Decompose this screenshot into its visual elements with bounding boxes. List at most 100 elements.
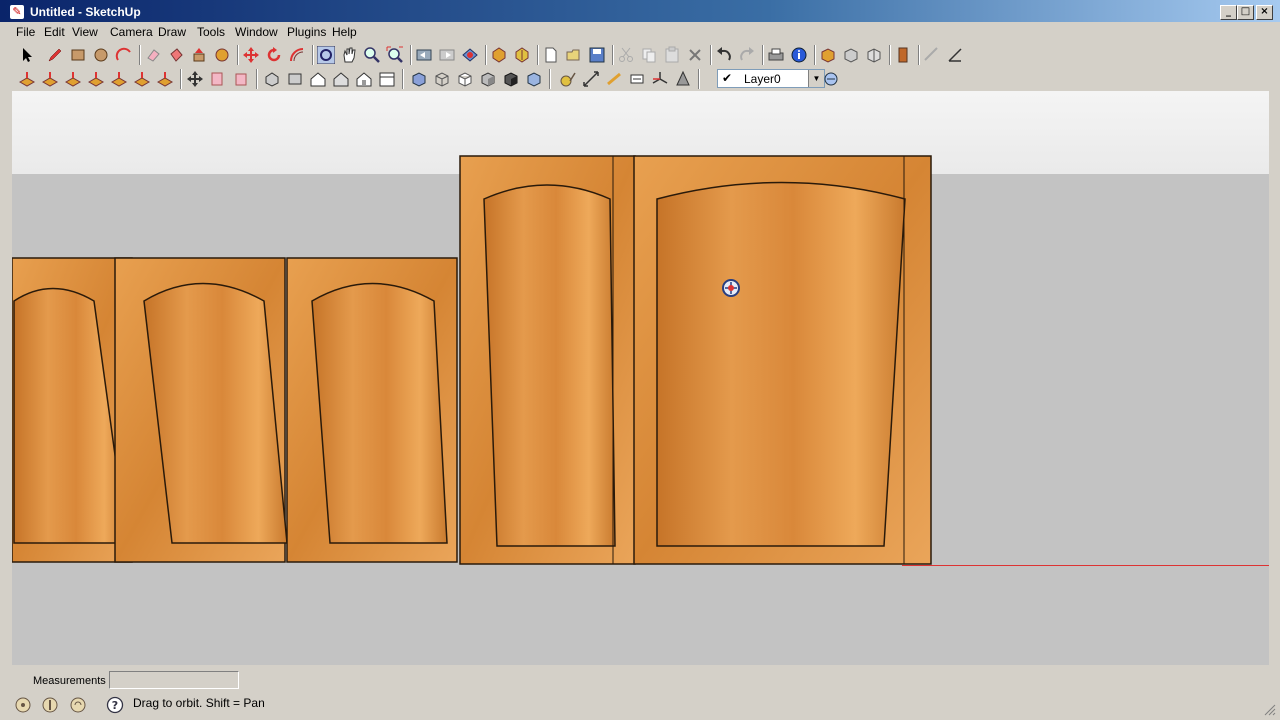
orbit-tool-icon[interactable] (317, 46, 335, 64)
monochrome-icon[interactable] (525, 70, 543, 88)
toolbar-separator (485, 45, 487, 65)
move-tool-icon[interactable] (242, 46, 260, 64)
wireframe-icon[interactable] (433, 70, 451, 88)
menu-tools[interactable]: Tools (197, 25, 225, 39)
get-models-3dw-icon[interactable] (490, 46, 508, 64)
paint-bucket-tool-icon[interactable] (167, 46, 185, 64)
minimize-button[interactable]: _ (1220, 5, 1237, 20)
sandbox-scratch-icon[interactable] (41, 70, 59, 88)
section-plane-icon[interactable] (186, 70, 204, 88)
protractor-icon[interactable] (946, 46, 964, 64)
help-icon[interactable]: ? (106, 696, 124, 714)
tape-measure-tool-icon[interactable] (559, 70, 577, 88)
previous-view-icon[interactable] (415, 46, 433, 64)
measurements-input[interactable] (109, 671, 239, 689)
next-view-icon[interactable] (438, 46, 456, 64)
save-file-icon[interactable] (588, 46, 606, 64)
menu-window[interactable]: Window (235, 25, 278, 39)
dimensions-tool-icon[interactable] (582, 70, 600, 88)
user-info-icon[interactable] (69, 696, 87, 714)
menu-file[interactable]: File (16, 25, 35, 39)
redo-icon[interactable] (738, 46, 756, 64)
back-view-icon[interactable] (355, 70, 373, 88)
drawing-viewport[interactable] (12, 91, 1269, 665)
select-tool-icon[interactable] (18, 46, 36, 64)
svg-text:?: ? (112, 699, 118, 712)
display-section-planes-icon[interactable] (209, 70, 227, 88)
geo-location-icon[interactable] (14, 696, 32, 714)
front-view-icon[interactable] (309, 70, 327, 88)
styles-icon[interactable] (865, 46, 883, 64)
menu-camera[interactable]: Camera (110, 25, 153, 39)
toolbar-separator (139, 45, 141, 65)
xray-icon[interactable] (410, 70, 428, 88)
resize-grip-icon[interactable] (1264, 704, 1276, 716)
drape-icon[interactable] (110, 70, 128, 88)
toolbar-separator (537, 45, 539, 65)
toolbar-separator (410, 45, 412, 65)
axes-tool-icon[interactable] (651, 70, 669, 88)
follow-me-tool-icon[interactable] (213, 46, 231, 64)
get-models-icon[interactable] (461, 46, 479, 64)
cut-icon[interactable] (617, 46, 635, 64)
menu-help[interactable]: Help (332, 25, 357, 39)
right-view-icon[interactable] (332, 70, 350, 88)
hidden-line-icon[interactable] (456, 70, 474, 88)
shaded-icon[interactable] (479, 70, 497, 88)
new-file-icon[interactable] (542, 46, 560, 64)
pan-tool-icon[interactable] (340, 46, 358, 64)
sandbox-contours-icon[interactable] (18, 70, 36, 88)
maximize-button[interactable]: □ (1237, 5, 1254, 20)
toolbar-separator (698, 69, 700, 89)
rectangle-tool-icon[interactable] (69, 46, 87, 64)
materials-icon[interactable] (842, 46, 860, 64)
zoom-tool-icon[interactable] (363, 46, 381, 64)
secondary-toolbar: ✔ Layer0 ▼ (12, 67, 1268, 91)
layers-manager-icon[interactable] (894, 46, 912, 64)
title-bar[interactable]: ✎ Untitled - SketchUp _ □ × (0, 0, 1280, 24)
tape-measure-icon[interactable] (923, 46, 941, 64)
layer-selector[interactable]: ✔ Layer0 ▼ (717, 69, 825, 88)
smoove-icon[interactable] (64, 70, 82, 88)
close-button[interactable]: × (1256, 5, 1273, 20)
shaded-textures-icon[interactable] (502, 70, 520, 88)
add-detail-icon[interactable] (133, 70, 151, 88)
push-pull-tool-icon[interactable] (190, 46, 208, 64)
zoom-extents-tool-icon[interactable] (386, 46, 404, 64)
menu-view[interactable]: View (72, 25, 98, 39)
print-icon[interactable] (767, 46, 785, 64)
offset-tool-icon[interactable] (288, 46, 306, 64)
components-icon[interactable] (819, 46, 837, 64)
flip-edge-icon[interactable] (156, 70, 174, 88)
left-view-icon[interactable] (378, 70, 396, 88)
undo-icon[interactable] (715, 46, 733, 64)
display-section-cuts-icon[interactable] (232, 70, 250, 88)
toolbar-separator (180, 69, 182, 89)
sketchup-icon: ✎ (10, 5, 24, 19)
cabinet-doors-model (12, 155, 932, 565)
open-file-icon[interactable] (565, 46, 583, 64)
model-info-icon[interactable] (790, 46, 808, 64)
rotate-tool-icon[interactable] (265, 46, 283, 64)
stamp-icon[interactable] (87, 70, 105, 88)
paste-icon[interactable] (663, 46, 681, 64)
menu-draw[interactable]: Draw (158, 25, 186, 39)
measurements-label: Measurements (33, 675, 106, 687)
3d-text-tool-icon[interactable] (674, 70, 692, 88)
menu-plugins[interactable]: Plugins (287, 25, 326, 39)
share-model-icon[interactable] (513, 46, 531, 64)
protractor-tool-icon[interactable] (605, 70, 623, 88)
layers-icon[interactable] (822, 70, 840, 88)
arc-tool-icon[interactable] (115, 46, 133, 64)
circle-tool-icon[interactable] (92, 46, 110, 64)
top-view-icon[interactable] (286, 70, 304, 88)
credits-icon[interactable] (41, 696, 59, 714)
text-tool-icon[interactable] (628, 70, 646, 88)
menu-edit[interactable]: Edit (44, 25, 65, 39)
iso-view-icon[interactable] (263, 70, 281, 88)
pencil-tool-icon[interactable] (46, 46, 64, 64)
delete-icon[interactable] (686, 46, 704, 64)
copy-icon[interactable] (640, 46, 658, 64)
eraser-tool-icon[interactable] (144, 46, 162, 64)
toolbar-separator (814, 45, 816, 65)
